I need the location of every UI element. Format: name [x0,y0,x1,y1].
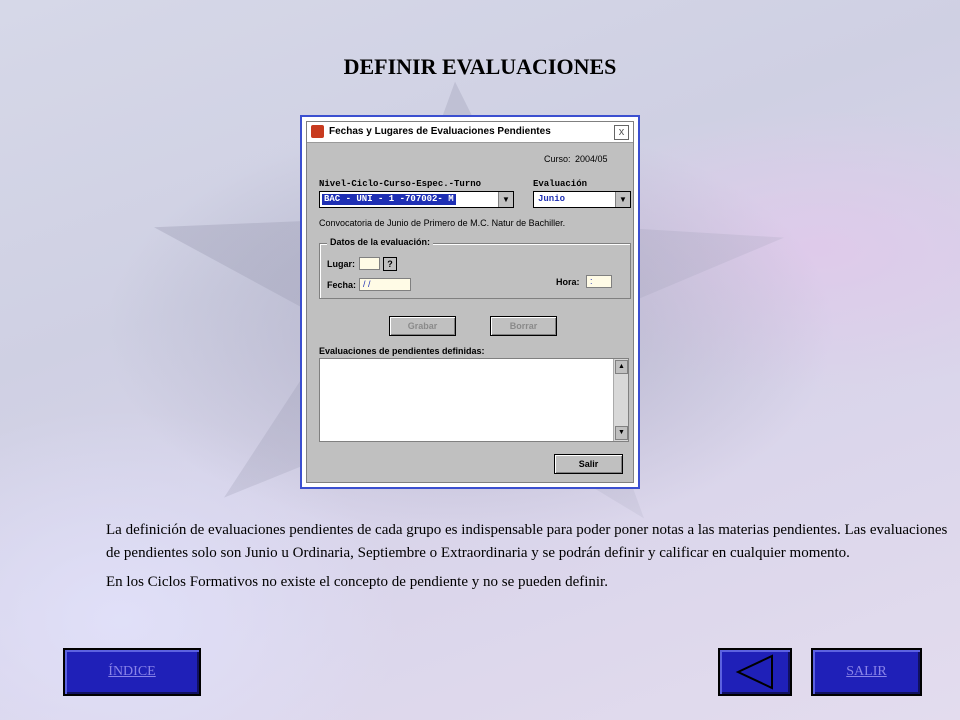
scroll-down-icon[interactable]: ▼ [615,426,628,440]
borrar-button[interactable]: Borrar [490,316,557,336]
chevron-down-icon[interactable]: ▼ [615,192,630,207]
app-icon [311,125,324,138]
grabar-button[interactable]: Grabar [389,316,456,336]
curso-value: 2004/05 [575,154,608,164]
fecha-input[interactable]: / / [359,278,411,291]
nivel-select-value: BAC - UNI - 1 -707002- M [322,194,456,205]
index-button[interactable]: ÍNDICE [63,648,201,696]
dialog-title: Fechas y Lugares de Evaluaciones Pendien… [329,126,551,137]
chevron-down-icon[interactable]: ▼ [498,192,513,207]
hora-input[interactable]: : [586,275,612,288]
evaluacion-label: Evaluación [533,179,588,189]
evaluaciones-list[interactable]: ▲ ▼ [319,358,629,442]
curso-label: Curso: [544,154,571,164]
description: La definición de evaluaciones pendientes… [106,519,956,600]
nivel-label: Nivel-Ciclo-Curso-Espec.-Turno [319,179,482,189]
lugar-help-button[interactable]: ? [383,257,397,271]
close-icon[interactable]: x [614,125,629,140]
hora-label: Hora: [556,277,580,287]
description-paragraph-2: En los Ciclos Formativos no existe el co… [106,574,608,590]
lugar-label: Lugar: [327,259,355,269]
dialog-screenshot: Fechas y Lugares de Evaluaciones Pendien… [300,115,640,489]
dialog-titlebar: Fechas y Lugares de Evaluaciones Pendien… [307,122,633,143]
list-label: Evaluaciones de pendientes definidas: [319,346,485,356]
nivel-select[interactable]: BAC - UNI - 1 -707002- M ▼ [319,191,514,208]
description-paragraph-1: La definición de evaluaciones pendientes… [106,522,948,561]
evaluacion-select[interactable]: Junio ▼ [533,191,631,208]
salir-button[interactable]: Salir [554,454,623,474]
convocatoria-text: Convocatoria de Junio de Primero de M.C.… [319,218,566,228]
exit-button[interactable]: SALIR [811,648,922,696]
page-title: DEFINIR EVALUACIONES [343,54,617,79]
back-button[interactable] [718,648,792,696]
fecha-label: Fecha: [327,280,357,290]
lugar-input[interactable] [359,257,380,270]
datos-evaluacion-group: Datos de la evaluación: Lugar: ? Fecha: … [319,237,631,299]
back-arrow-icon [735,654,773,690]
scroll-up-icon[interactable]: ▲ [615,360,628,374]
evaluacion-select-value: Junio [538,194,566,204]
dialog-window: Fechas y Lugares de Evaluaciones Pendien… [306,121,634,483]
group-title: Datos de la evaluación: [327,237,434,247]
list-scrollbar[interactable]: ▲ ▼ [613,359,628,441]
